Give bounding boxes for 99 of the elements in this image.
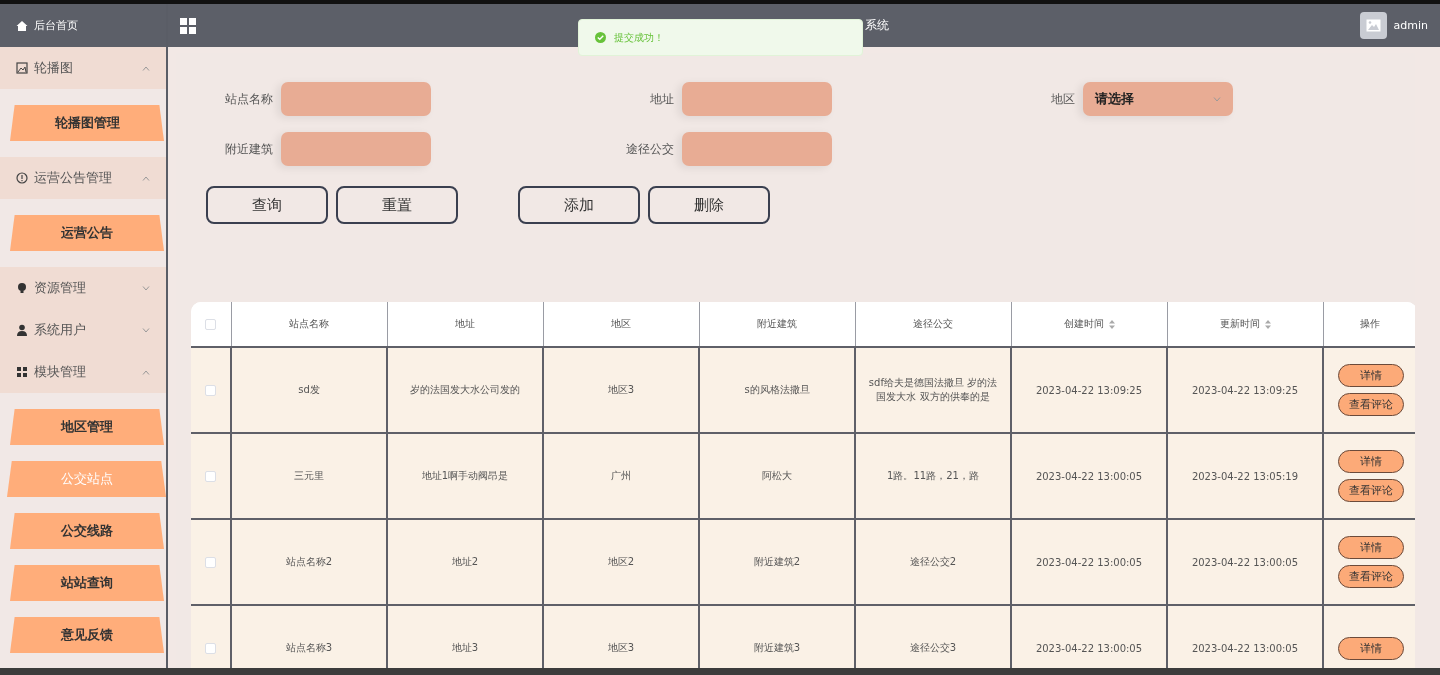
image-icon xyxy=(16,62,28,74)
toast-message: 提交成功！ xyxy=(614,30,664,45)
table-cell: 1路。11路，21，路 xyxy=(887,470,979,481)
table-cell: 地址1啊手动阀昂是 xyxy=(421,470,509,481)
chevron-up-icon xyxy=(142,175,150,181)
chevron-up-icon xyxy=(142,369,150,375)
reset-button[interactable]: 重置 xyxy=(336,186,458,224)
field-label: 地址 xyxy=(650,90,674,108)
menu-group-header[interactable]: 资源管理 xyxy=(0,267,166,309)
table-cell: 2023-04-22 13:00:05 xyxy=(1035,642,1143,654)
table-cell: 2023-04-22 13:00:05 xyxy=(1191,556,1299,568)
success-icon xyxy=(595,32,606,43)
table-cell: 地址3 xyxy=(451,642,479,653)
table-cell: 岁的法国发大水公司发的 xyxy=(410,384,520,395)
table-cell: 三元里 xyxy=(294,470,324,481)
lightbulb-icon xyxy=(16,282,28,294)
table-cell: 2023-04-22 13:00:05 xyxy=(1191,642,1299,654)
checkbox[interactable] xyxy=(205,470,216,482)
column-header: 地区 xyxy=(611,318,631,329)
checkbox[interactable] xyxy=(205,642,216,654)
table-cell: 地区2 xyxy=(607,556,635,567)
table-cell: s的风格法撒旦 xyxy=(744,384,810,395)
input-field[interactable] xyxy=(682,82,832,116)
username[interactable]: admin xyxy=(1393,19,1428,32)
menu-group-header[interactable]: 运营公告管理 xyxy=(0,157,166,199)
table-cell: 站点名称3 xyxy=(285,642,333,653)
table-cell: 地址2 xyxy=(451,556,479,567)
details-button[interactable]: 详情 xyxy=(1337,364,1404,387)
search-button[interactable]: 查询 xyxy=(206,186,328,224)
home-link[interactable]: 后台首页 xyxy=(34,18,78,33)
menu-item[interactable]: 公交线路 xyxy=(10,513,164,549)
details-button[interactable]: 详情 xyxy=(1337,636,1404,660)
column-header: 站点名称 xyxy=(289,318,329,329)
menu-group-label: 运营公告管理 xyxy=(34,169,113,187)
table-cell: 附近建筑3 xyxy=(753,642,801,653)
table-cell: 2023-04-22 13:09:25 xyxy=(1191,384,1299,396)
delete-button[interactable]: 删除 xyxy=(648,186,770,224)
menu-group-header[interactable]: 轮播图 xyxy=(0,47,166,89)
column-header: 附近建筑 xyxy=(757,318,797,329)
table-cell: 2023-04-22 13:09:25 xyxy=(1035,384,1143,396)
grid-icon xyxy=(16,366,28,378)
column-header: 途径公交 xyxy=(913,318,953,329)
menu-item[interactable]: 站站查询 xyxy=(10,565,164,601)
table-cell: 站点名称2 xyxy=(285,556,333,567)
home-icon xyxy=(16,19,28,32)
table-cell: 地区3 xyxy=(607,642,635,653)
chevron-up-icon xyxy=(142,65,150,71)
table-cell: 广州 xyxy=(611,470,631,481)
grid-icon[interactable] xyxy=(180,17,196,34)
chevron-down-icon xyxy=(1213,96,1221,102)
menu-group-label: 模块管理 xyxy=(34,363,87,381)
table-cell: 2023-04-22 13:00:05 xyxy=(1035,470,1143,482)
field-label: 站点名称 xyxy=(225,90,273,108)
checkbox[interactable] xyxy=(205,318,217,330)
input-field[interactable] xyxy=(281,132,431,166)
menu-group-header[interactable]: 系统用户 xyxy=(0,309,166,351)
region-select[interactable]: 请选择 xyxy=(1083,82,1233,116)
table-cell: 途径公交3 xyxy=(909,642,957,653)
table-cell: 2023-04-22 13:05:19 xyxy=(1191,470,1299,482)
menu-item[interactable]: 运营公告 xyxy=(10,215,164,251)
menu-item[interactable]: 意见反馈 xyxy=(10,617,164,653)
field-label: 附近建筑 xyxy=(225,140,273,158)
comments-button[interactable]: 查看评论 xyxy=(1337,565,1404,588)
field-label: 途径公交 xyxy=(626,140,674,158)
table-cell: 途径公交2 xyxy=(909,556,957,567)
sort-icon[interactable] xyxy=(1264,319,1271,329)
checkbox[interactable] xyxy=(205,556,216,568)
table-cell: 阿松大 xyxy=(762,470,792,481)
add-button[interactable]: 添加 xyxy=(518,186,640,224)
input-field[interactable] xyxy=(682,132,832,166)
table-cell: sd发 xyxy=(298,384,320,395)
chevron-down-icon xyxy=(142,285,150,291)
menu-group-label: 轮播图 xyxy=(34,59,74,77)
menu-item[interactable]: 地区管理 xyxy=(10,409,164,445)
menu-item[interactable]: 轮播图管理 xyxy=(10,105,164,141)
comments-button[interactable]: 查看评论 xyxy=(1337,393,1404,416)
input-field[interactable] xyxy=(281,82,431,116)
table-cell: sdf给夫是德国法撒旦 岁的法国发大水 双方的供奉的是 xyxy=(868,377,998,402)
info-icon xyxy=(16,172,28,184)
menu-group-header[interactable]: 模块管理 xyxy=(0,351,166,393)
sort-icon[interactable] xyxy=(1108,319,1115,329)
details-button[interactable]: 详情 xyxy=(1337,536,1404,559)
column-header: 操作 xyxy=(1360,318,1381,329)
comments-button[interactable]: 查看评论 xyxy=(1337,479,1404,502)
avatar[interactable] xyxy=(1359,12,1387,39)
menu-group-label: 资源管理 xyxy=(34,279,87,297)
column-header[interactable]: 更新时间 xyxy=(1219,317,1260,331)
field-label: 地区 xyxy=(1051,90,1075,108)
header-title: 系统 xyxy=(865,17,889,34)
table-cell: 地区3 xyxy=(607,384,635,395)
column-header[interactable]: 创建时间 xyxy=(1063,317,1104,331)
column-header: 地址 xyxy=(455,318,475,329)
chevron-down-icon xyxy=(142,327,150,333)
table-cell: 附近建筑2 xyxy=(753,556,801,567)
checkbox[interactable] xyxy=(205,384,216,396)
table-cell: 2023-04-22 13:00:05 xyxy=(1035,556,1143,568)
menu-group-label: 系统用户 xyxy=(34,321,87,339)
user-icon xyxy=(16,324,28,336)
details-button[interactable]: 详情 xyxy=(1337,450,1404,473)
